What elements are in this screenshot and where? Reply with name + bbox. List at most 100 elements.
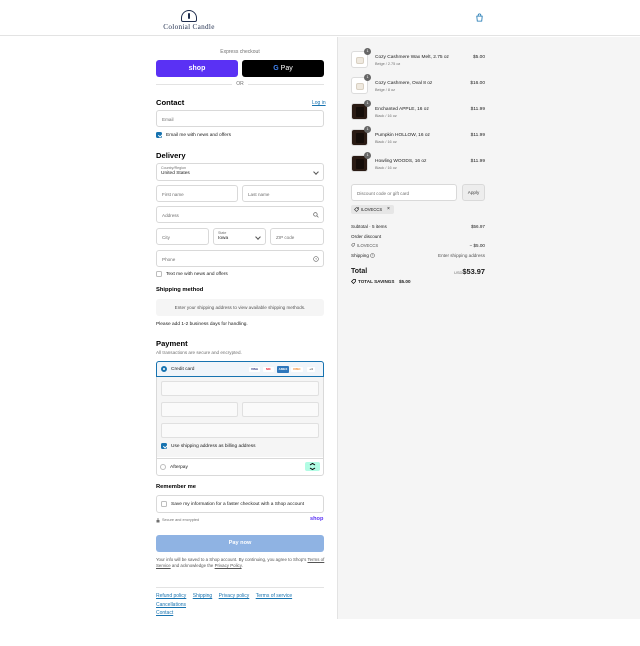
save-info-checkbox[interactable] xyxy=(161,501,167,507)
order-discount-value: − $5.00 xyxy=(469,243,485,248)
terms-link[interactable]: Terms of service xyxy=(256,593,292,599)
afterpay-radio[interactable] xyxy=(160,464,166,470)
product-name: Cozy Cashmere, Oval 8 oz xyxy=(375,81,433,86)
privacy-link[interactable]: Privacy policy xyxy=(219,593,250,599)
brand-logo[interactable]: Colonial Candle xyxy=(156,10,222,31)
last-name-field[interactable]: Last name xyxy=(242,185,324,202)
search-icon xyxy=(313,212,319,218)
discount-placeholder: Discount code or gift card xyxy=(357,191,410,196)
product-price: $16.00 xyxy=(470,81,485,86)
chevron-down-icon xyxy=(255,234,261,240)
shipping-label: Shipping xyxy=(351,253,369,258)
first-name-field[interactable]: First name xyxy=(156,185,238,202)
quantity-badge: 1 xyxy=(364,126,371,133)
state-value: Iowa xyxy=(218,236,229,241)
save-info-label: Save my information for a faster checkou… xyxy=(171,502,305,507)
total-savings-value: $5.00 xyxy=(399,279,411,284)
pay-now-button[interactable]: Pay now xyxy=(156,535,324,552)
line-item: 1 Howling WOODS, 16 oz Black / 16 oz $11.99 xyxy=(351,152,485,175)
product-name: Cozy Cashmere Wax Melt, 2.75 oz xyxy=(375,55,449,60)
phone-placeholder: Phone xyxy=(162,257,176,262)
candle-logo-icon xyxy=(181,10,197,22)
order-discount-label: Order discount xyxy=(351,234,382,239)
credit-card-label: Credit card xyxy=(171,367,195,372)
contact-link[interactable]: Contact xyxy=(156,610,173,616)
product-name: Pumpkin HOLLOW, 16 oz xyxy=(375,133,430,138)
delivery-title: Delivery xyxy=(156,151,186,160)
candle-image xyxy=(356,83,364,90)
country-select[interactable]: Country/Region United States xyxy=(156,163,324,181)
order-summary: 1 Cozy Cashmere Wax Melt, 2.75 oz Beige / … xyxy=(337,37,640,619)
state-select[interactable]: State Iowa xyxy=(213,228,266,245)
total-savings-label: TOTAL SAVINGS xyxy=(358,279,395,284)
brand-name: Colonial Candle xyxy=(163,23,215,31)
security-code-field[interactable] xyxy=(242,402,319,417)
discount-code-field[interactable]: Discount code or gift card xyxy=(351,184,457,201)
line-item: 1 Cozy Cashmere Wax Melt, 2.75 oz Beige / … xyxy=(351,48,485,71)
lock-icon xyxy=(156,518,160,523)
gpay-label: Pay xyxy=(280,65,293,72)
state-label: State xyxy=(218,231,227,235)
mastercard-icon: MC xyxy=(263,367,274,372)
product-price: $11.99 xyxy=(470,159,485,164)
subtotal-label: Subtotal · 5 items xyxy=(351,224,387,229)
refund-policy-link[interactable]: Refund policy xyxy=(156,593,186,599)
google-g-icon: G xyxy=(273,65,279,72)
email-field[interactable]: Email xyxy=(156,110,324,127)
subtotal-value: $56.97 xyxy=(470,224,485,229)
shipping-value: Enter shipping address xyxy=(438,253,485,258)
product-variant: Beige / 2.75 oz xyxy=(375,62,401,66)
credit-card-option[interactable]: Credit card VISA MC AMEX DISC +4 xyxy=(156,361,324,377)
sms-checkbox[interactable] xyxy=(156,271,162,277)
city-field[interactable]: City xyxy=(156,228,209,245)
payment-subtitle: All transactions are secure and encrypte… xyxy=(156,350,242,355)
amex-icon: AMEX xyxy=(277,366,289,373)
address-placeholder: Address xyxy=(162,213,179,218)
candle-jar-image xyxy=(356,133,364,143)
last-name-placeholder: Last name xyxy=(248,192,270,197)
remove-discount-icon[interactable]: × xyxy=(387,205,390,214)
afterpay-logo-icon xyxy=(305,462,320,471)
line-item: 1 Pumpkin HOLLOW, 16 oz Black / 16 oz $11.9… xyxy=(351,126,485,149)
country-label: Country/Region xyxy=(161,166,186,170)
zip-field[interactable]: ZIP code xyxy=(270,228,324,245)
svg-text:?: ? xyxy=(315,257,317,261)
google-pay-button[interactable]: G Pay xyxy=(242,60,324,77)
zip-placeholder: ZIP code xyxy=(276,235,295,240)
billing-same-checkbox[interactable] xyxy=(161,443,167,449)
quantity-badge: 1 xyxy=(364,74,371,81)
secure-label: Secure and encrypted xyxy=(162,518,200,522)
apply-discount-button[interactable]: Apply xyxy=(462,184,485,201)
tag-icon xyxy=(351,243,355,247)
name-on-card-field[interactable] xyxy=(161,423,319,438)
card-number-field[interactable] xyxy=(161,381,319,396)
quantity-badge: 1 xyxy=(364,100,371,107)
product-price: $11.99 xyxy=(470,107,485,112)
phone-field[interactable]: Phone ? xyxy=(156,250,324,267)
applied-code: ILOVECCS xyxy=(361,207,383,212)
shipping-link[interactable]: Shipping xyxy=(193,593,212,599)
shop-pay-button[interactable]: shop xyxy=(156,60,238,77)
visa-icon: VISA xyxy=(249,367,260,372)
login-link[interactable]: Log in xyxy=(312,100,326,106)
help-icon[interactable]: ? xyxy=(313,256,319,262)
shopping-bag-icon[interactable] xyxy=(475,13,484,22)
chevron-down-icon xyxy=(313,169,319,175)
country-value: United States xyxy=(161,171,190,176)
expiry-field[interactable] xyxy=(161,402,238,417)
disclaimer-period: . xyxy=(241,563,243,569)
privacy-policy-link[interactable]: Privacy Policy xyxy=(215,563,242,568)
address-field[interactable]: Address xyxy=(156,206,324,223)
shop-disclaimer: Your info will be saved to a Shop accoun… xyxy=(156,557,326,569)
shop-logo: shop xyxy=(310,516,324,522)
afterpay-option[interactable]: Afterpay xyxy=(157,458,323,475)
info-icon[interactable]: ? xyxy=(370,253,375,258)
first-name-placeholder: First name xyxy=(162,192,184,197)
cancellations-link[interactable]: Cancellations xyxy=(156,602,186,608)
credit-card-radio[interactable] xyxy=(161,366,167,372)
disclaimer-text-1: Your info will be saved to a Shop accoun… xyxy=(156,557,307,562)
newsletter-checkbox[interactable] xyxy=(156,132,162,138)
candle-jar-image xyxy=(356,159,364,169)
total-label: Total xyxy=(351,268,368,275)
footer-divider xyxy=(156,587,324,588)
